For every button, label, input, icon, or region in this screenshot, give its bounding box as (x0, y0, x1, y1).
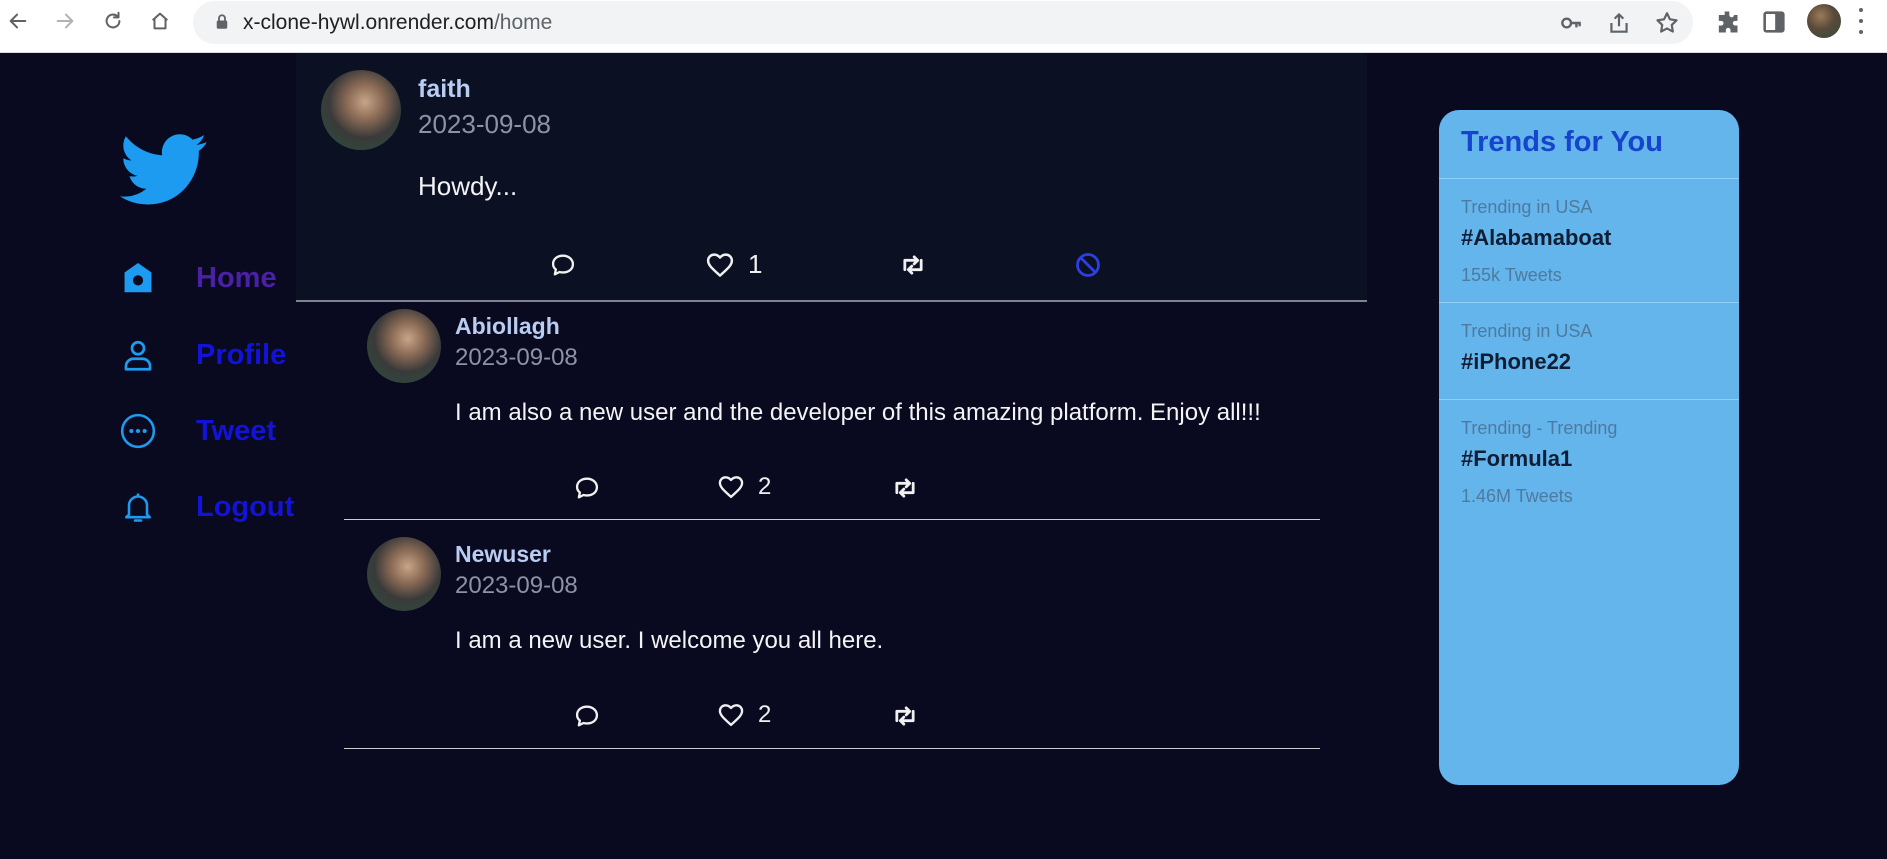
like-count: 2 (758, 701, 772, 728)
tweet-card[interactable]: faith 2023-09-08 Howdy... 1 (296, 53, 1367, 302)
address-bar[interactable]: x-clone-hywl.onrender.com/home (193, 1, 1693, 44)
trend-item[interactable]: Trending in USA #iPhone22 (1439, 302, 1739, 399)
trend-item[interactable]: Trending in USA #Alabamaboat 155k Tweets (1439, 178, 1739, 302)
trend-count: 1.46M Tweets (1461, 486, 1573, 506)
like-button[interactable]: 1 (704, 249, 762, 280)
tweet-username[interactable]: Abiollagh (455, 313, 560, 340)
like-count: 1 (748, 249, 763, 279)
tweet-date: 2023-09-08 (418, 109, 551, 139)
sidebar-item-logout[interactable]: Logout (118, 482, 294, 532)
like-count: 2 (758, 473, 772, 500)
sidebar-item-label: Tweet (196, 414, 277, 447)
heart-icon (718, 476, 744, 499)
trend-hashtag[interactable]: #Alabamaboat (1461, 225, 1611, 251)
tweet-date: 2023-09-08 (455, 572, 578, 599)
star-icon[interactable] (1654, 10, 1680, 36)
block-icon (1076, 253, 1100, 277)
like-button[interactable]: 2 (716, 473, 771, 501)
comment-icon (551, 254, 575, 276)
browser-menu-icon[interactable] (1857, 8, 1865, 34)
sidebar-item-label: Profile (196, 338, 287, 371)
tweet-text: Howdy... (418, 171, 518, 201)
profile-icon (118, 335, 158, 375)
tweet-text: I am also a new user and the developer o… (455, 399, 1261, 426)
trend-hashtag[interactable]: #Formula1 (1461, 446, 1572, 472)
trends-title: Trends for You (1461, 126, 1663, 158)
home-page-button[interactable] (145, 6, 175, 36)
heart-icon (706, 252, 734, 277)
trends-panel: Trends for You Trending in USA #Alabamab… (1439, 110, 1739, 785)
retweet-icon (895, 706, 915, 726)
side-panel-icon[interactable] (1760, 8, 1788, 36)
sidebar-item-tweet[interactable]: Tweet (118, 406, 276, 456)
tweet-username[interactable]: Newuser (455, 541, 551, 568)
reload-button[interactable] (98, 6, 128, 36)
reply-button[interactable] (572, 702, 602, 730)
heart-icon (718, 704, 744, 727)
url-host: x-clone-hywl.onrender.com (243, 11, 494, 34)
bell-icon (118, 487, 158, 527)
trend-item[interactable]: Trending - Trending #Formula1 1.46M Twee… (1439, 399, 1739, 523)
trend-count: 155k Tweets (1461, 265, 1562, 285)
avatar[interactable] (367, 309, 441, 383)
twitter-logo-icon[interactable] (120, 133, 208, 207)
tweet-text: I am a new user. I welcome you all here. (455, 627, 884, 654)
avatar[interactable] (367, 537, 441, 611)
browser-toolbar: x-clone-hywl.onrender.com/home (0, 0, 1887, 53)
comment-icon (575, 705, 599, 727)
tweet-card[interactable]: Newuser 2023-09-08 I am a new user. I we… (344, 520, 1320, 749)
more-icon (118, 411, 158, 451)
retweet-icon (903, 255, 923, 275)
home-icon (118, 258, 158, 298)
sidebar-item-label: Home (196, 261, 277, 294)
url-text: x-clone-hywl.onrender.com/home (243, 11, 552, 35)
tweet-card[interactable]: Abiollagh 2023-09-08 I am also a new use… (344, 302, 1320, 520)
reload-icon (105, 11, 121, 29)
forward-arrow-icon (56, 13, 74, 29)
browser-profile-avatar[interactable] (1807, 4, 1841, 38)
like-button[interactable]: 2 (716, 701, 771, 729)
retweet-button[interactable] (888, 702, 922, 730)
comment-icon (575, 477, 599, 499)
retweet-icon (895, 478, 915, 498)
reply-button[interactable] (548, 251, 578, 279)
tweet-username[interactable]: faith (418, 75, 471, 104)
trend-category: Trending in USA (1461, 197, 1593, 217)
trend-category: Trending - Trending (1461, 418, 1618, 438)
share-icon[interactable] (1606, 10, 1632, 36)
back-arrow-icon (9, 13, 27, 29)
back-button[interactable] (3, 6, 33, 36)
trend-category: Trending in USA (1461, 321, 1593, 341)
delete-button[interactable] (1074, 251, 1102, 279)
url-path: /home (493, 11, 553, 34)
lock-icon (216, 14, 228, 29)
retweet-button[interactable] (896, 251, 930, 279)
forward-button[interactable] (50, 6, 80, 36)
avatar[interactable] (321, 70, 401, 150)
house-icon (152, 12, 168, 30)
extensions-icon[interactable] (1713, 8, 1741, 36)
tweet-date: 2023-09-08 (455, 344, 578, 371)
sidebar-item-profile[interactable]: Profile (118, 330, 286, 380)
reply-button[interactable] (572, 474, 602, 502)
sidebar-item-label: Logout (196, 490, 295, 523)
trend-hashtag[interactable]: #iPhone22 (1461, 349, 1571, 375)
sidebar-item-home[interactable]: Home (118, 253, 277, 303)
retweet-button[interactable] (888, 474, 922, 502)
key-icon[interactable] (1558, 10, 1584, 36)
